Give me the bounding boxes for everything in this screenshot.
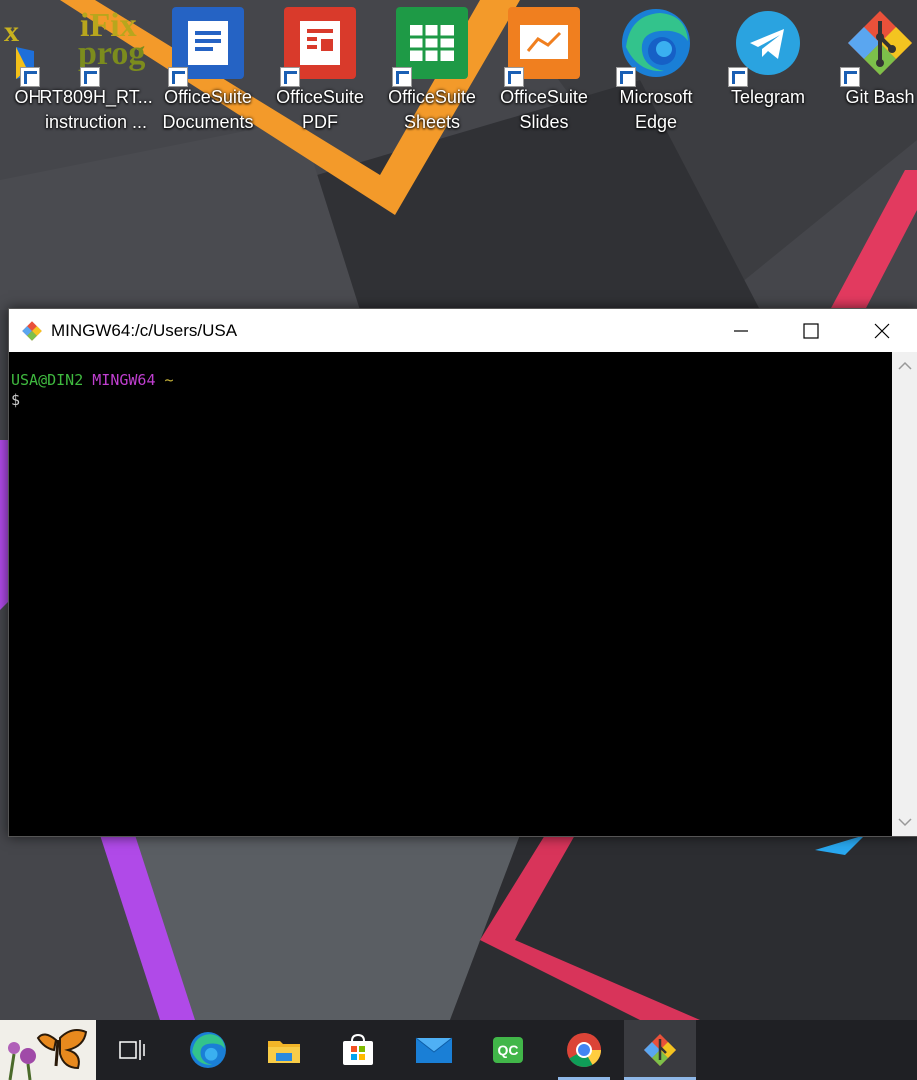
- scroll-up-icon[interactable]: [892, 356, 917, 376]
- prompt-env: MINGW64: [92, 371, 156, 389]
- desktop-icon-officesuite-slides[interactable]: OfficeSuite Slides: [488, 4, 600, 144]
- prompt-symbol: $: [11, 391, 21, 409]
- qc-app-icon: QC: [493, 1037, 523, 1063]
- desktop-icon-git-bash[interactable]: Git Bash: [824, 4, 917, 144]
- desktop-icon-label: Telegram: [730, 87, 806, 107]
- desktop-icon-label: OH: [14, 87, 42, 107]
- prompt-line: USA@DIN2 MINGW64 ~: [11, 370, 891, 390]
- taskbar-store-button[interactable]: [322, 1020, 394, 1080]
- officesuite-slides-icon: [504, 7, 580, 87]
- taskbar: QC: [0, 1020, 917, 1080]
- edge-icon: [190, 1032, 226, 1068]
- shield-app-icon: x: [0, 7, 40, 87]
- desktop-icon-microsoft-edge[interactable]: Microsoft Edge: [600, 4, 712, 144]
- desktop-icon-label: Microsoft Edge: [619, 87, 693, 132]
- git-bash-icon: [840, 7, 916, 87]
- edge-icon: [616, 7, 692, 87]
- vertical-scrollbar[interactable]: [892, 352, 917, 836]
- git-bash-icon: [644, 1034, 676, 1066]
- mail-icon: [415, 1037, 453, 1063]
- desktop-icon-label: OfficeSuite Slides: [500, 87, 588, 132]
- butterfly-widget-icon: [0, 1020, 96, 1080]
- minimize-icon: [734, 329, 748, 332]
- widgets-button[interactable]: [0, 1020, 96, 1080]
- desktop-icon-label: OfficeSuite Documents: [162, 87, 254, 132]
- desktop-icon-officesuite-documents[interactable]: OfficeSuite Documents: [152, 4, 264, 144]
- taskbar-git-bash-button[interactable]: [624, 1020, 696, 1080]
- maximize-icon: [803, 322, 819, 339]
- task-view-icon: [119, 1040, 145, 1060]
- mingw64-terminal-window[interactable]: MINGW64:/c/Users/USA USA@DIN2 MINGW64 ~ …: [8, 308, 917, 837]
- desktop-icon-label: Git Bash: [845, 87, 915, 107]
- chrome-icon: [567, 1033, 601, 1067]
- desktop-icon-officesuite-pdf[interactable]: OfficeSuite PDF: [264, 4, 376, 144]
- desktop-icon-label: OfficeSuite Sheets: [388, 87, 476, 132]
- desktop-icon-rt809h-instruction[interactable]: iFix prog RT809H_RT... instruction ...: [39, 4, 153, 144]
- window-titlebar[interactable]: MINGW64:/c/Users/USA: [9, 309, 917, 352]
- officesuite-pdf-icon: [280, 7, 356, 87]
- officesuite-documents-icon: [168, 7, 244, 87]
- desktop-icon-label: OfficeSuite PDF: [276, 87, 364, 132]
- taskbar-edge-button[interactable]: [172, 1020, 244, 1080]
- terminal-output[interactable]: USA@DIN2 MINGW64 ~ $: [9, 352, 891, 836]
- task-view-button[interactable]: [96, 1020, 168, 1080]
- officesuite-sheets-icon: [392, 7, 468, 87]
- desktop-icon-officesuite-sheets[interactable]: OfficeSuite Sheets: [376, 4, 488, 144]
- git-bash-window-icon: [21, 320, 43, 342]
- svg-text:x: x: [4, 15, 19, 48]
- taskbar-mail-button[interactable]: [398, 1020, 470, 1080]
- desktop-icon-telegram[interactable]: Telegram: [712, 4, 824, 144]
- prog-logo-text: prog: [78, 35, 146, 72]
- desktop-icon-label: RT809H_RT... instruction ...: [39, 87, 153, 132]
- close-icon: [874, 323, 890, 338]
- scroll-down-icon[interactable]: [892, 812, 917, 832]
- window-title: MINGW64:/c/Users/USA: [51, 320, 238, 340]
- taskbar-chrome-button[interactable]: [548, 1020, 620, 1080]
- microsoft-store-icon: [343, 1033, 373, 1065]
- minimize-button[interactable]: [706, 309, 776, 352]
- ifixprog-logo-icon: iFix prog: [60, 7, 145, 87]
- qc-app-label: QC: [497, 1042, 519, 1058]
- prompt-path: ~: [164, 371, 174, 389]
- taskbar-qc-button[interactable]: QC: [472, 1020, 544, 1080]
- taskbar-file-explorer-button[interactable]: [248, 1020, 320, 1080]
- input-line[interactable]: $: [11, 390, 891, 410]
- telegram-icon: [728, 7, 804, 87]
- close-button[interactable]: [847, 309, 917, 352]
- file-explorer-icon: [268, 1041, 300, 1063]
- prompt-user: USA@DIN2: [11, 371, 84, 389]
- maximize-button[interactable]: [776, 309, 846, 352]
